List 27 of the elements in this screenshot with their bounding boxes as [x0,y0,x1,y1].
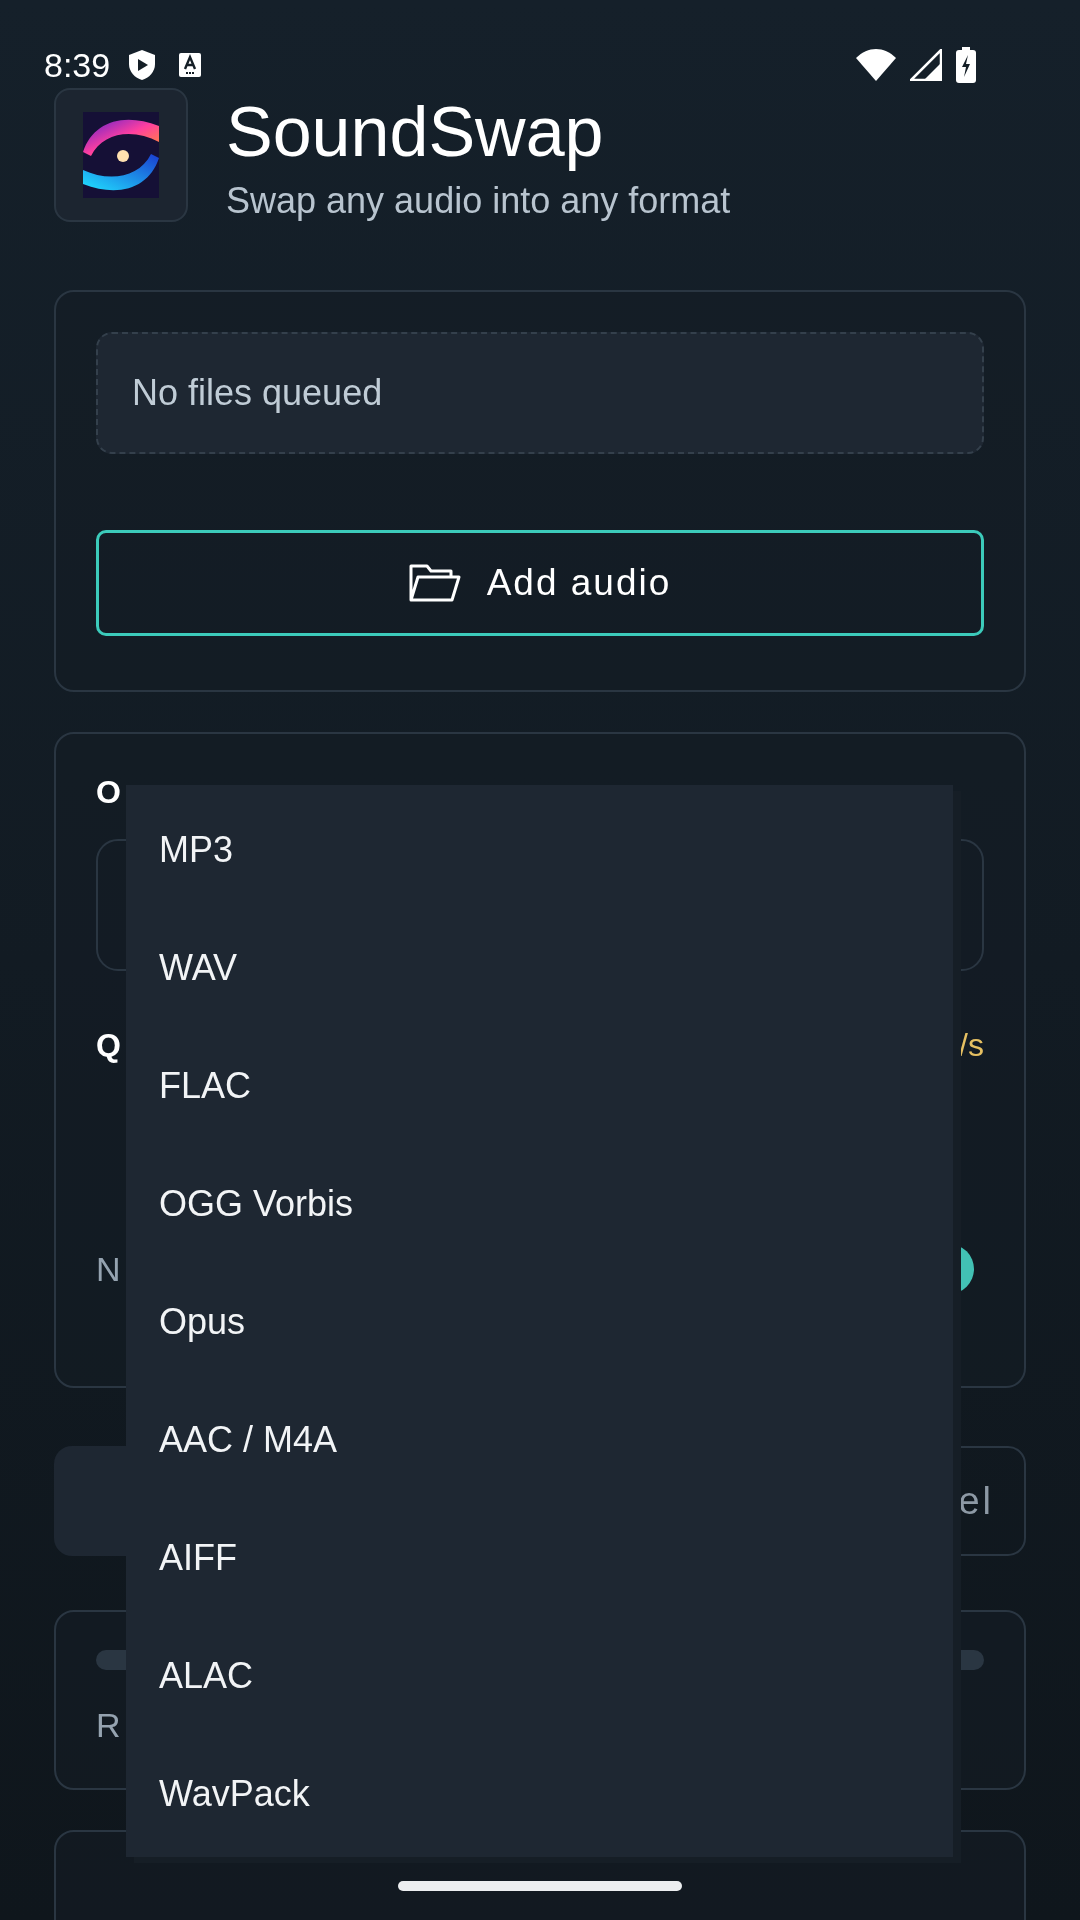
format-option[interactable]: Opus [126,1263,953,1381]
status-time: 8:39 [44,45,111,85]
progress-status: R [96,1706,122,1745]
format-option[interactable]: ALAC [126,1617,953,1735]
add-audio-button[interactable]: Add audio [96,530,984,636]
app-logo-icon [83,112,159,198]
gesture-bar[interactable] [398,1881,682,1891]
keyboard-icon [178,52,203,78]
quality-value: /s [959,1027,984,1064]
format-label: O [96,774,122,811]
signal-icon [910,49,942,81]
app-subtitle: Swap any audio into any format [226,180,731,222]
wifi-icon [856,49,896,81]
format-option[interactable]: MP3 [126,791,953,909]
shield-play-icon [128,49,157,81]
battery-icon [956,47,976,83]
folder-icon [408,564,461,602]
app-title: SoundSwap [226,92,605,172]
format-option[interactable]: AIFF [126,1499,953,1617]
option-label: N [96,1249,121,1289]
empty-queue-text: No files queued [132,372,383,414]
format-option[interactable]: WAV [126,909,953,1027]
format-option[interactable]: FLAC [126,1027,953,1145]
format-option[interactable]: WavPack [126,1735,953,1853]
quality-label: Q [96,1027,121,1064]
format-option[interactable]: OGG Vorbis [126,1145,953,1263]
format-option[interactable]: AAC / M4A [126,1381,953,1499]
